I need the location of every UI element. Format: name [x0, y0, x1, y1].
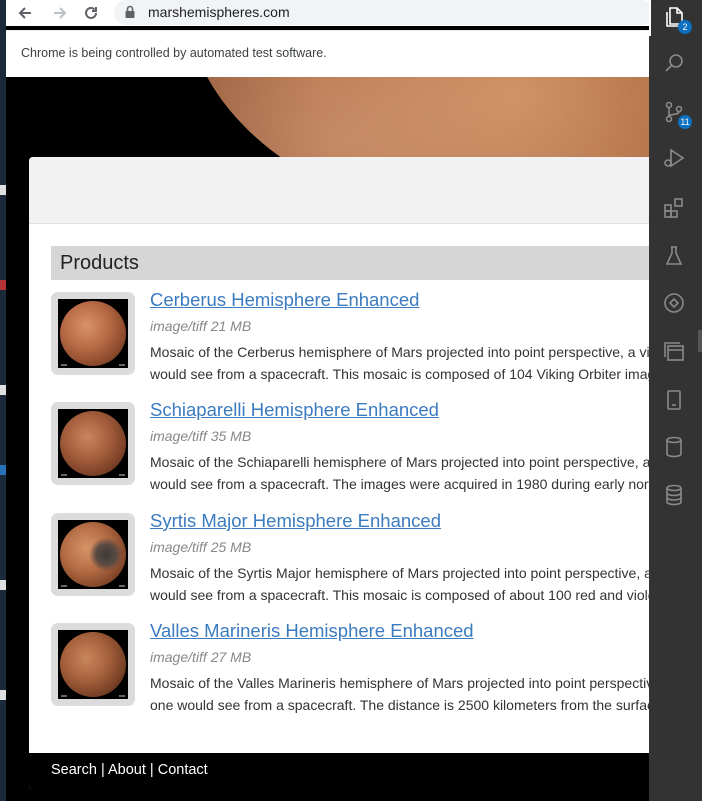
forward-button[interactable]	[49, 2, 71, 24]
thumbnail-marker	[119, 364, 125, 366]
testing-button[interactable]	[659, 241, 689, 271]
description-line: Mosaic of the Syrtis Major hemisphere of…	[150, 565, 649, 581]
description-line: one would see from a spacecraft. The dis…	[150, 696, 649, 713]
source-control-button[interactable]: 11	[659, 97, 692, 129]
thumbnail-marker	[61, 585, 67, 587]
explorer-button[interactable]: 2	[659, 2, 692, 34]
panels-icon	[664, 342, 684, 361]
thumbnail-frame	[58, 520, 128, 589]
page-footer: Search | About | Contact	[29, 753, 649, 789]
thumbnail-marker	[61, 364, 67, 366]
explorer-badge: 2	[678, 20, 692, 34]
product-title-link[interactable]: Valles Marineris Hemisphere Enhanced	[150, 620, 474, 642]
thumbnail-frame	[58, 630, 128, 699]
search-button[interactable]	[659, 48, 689, 78]
product-description: Mosaic of the Schiaparelli hemisphere of…	[150, 452, 649, 495]
back-button[interactable]	[14, 2, 36, 24]
reload-icon	[85, 6, 97, 19]
active-indicator	[649, 0, 651, 36]
browser-window: marshemispheres.com Chrome is being cont…	[6, 0, 649, 801]
description-line: Mosaic of the Valles Marineris hemispher…	[150, 675, 649, 691]
run-debug-icon	[664, 148, 685, 168]
automation-infobar: Chrome is being controlled by automated …	[6, 30, 649, 78]
product-title-link[interactable]: Schiaparelli Hemisphere Enhanced	[150, 399, 439, 421]
product-item: Cerberus Hemisphere Enhanced image/tiff …	[51, 289, 649, 385]
thumbnail-marker	[119, 474, 125, 476]
address-bar[interactable]: marshemispheres.com	[114, 0, 649, 25]
activity-bar-scrollbar[interactable]	[698, 330, 702, 352]
description-line: would see from a spacecraft. This mosaic…	[150, 586, 649, 603]
url-text: marshemispheres.com	[148, 4, 290, 20]
products-heading: Products	[60, 252, 139, 274]
products-heading-bar: Products	[51, 246, 649, 280]
remote-explorer-button[interactable]	[659, 288, 689, 318]
remote-icon	[664, 293, 684, 313]
run-debug-button[interactable]	[659, 143, 689, 173]
thumbnail-frame	[58, 409, 128, 478]
product-item: Syrtis Major Hemisphere Enhanced image/t…	[51, 510, 649, 606]
extensions-icon	[664, 198, 683, 218]
database-stack-button[interactable]	[659, 480, 689, 510]
thumbnail-marker	[119, 585, 125, 587]
products-panel: Products Cerberus Hemisphere Enhanced im…	[29, 157, 649, 789]
thumbnail-marker	[119, 695, 125, 697]
description-line: Mosaic of the Cerberus hemisphere of Mar…	[150, 344, 649, 360]
product-thumbnail[interactable]	[51, 402, 135, 485]
cerberus-planet-image	[60, 301, 126, 366]
panel-header	[29, 157, 649, 224]
device-button[interactable]	[659, 385, 689, 415]
product-meta: image/tiff 35 MB	[150, 428, 252, 444]
description-line: Mosaic of the Schiaparelli hemisphere of…	[150, 454, 649, 470]
lock-icon	[125, 5, 135, 18]
product-description: Mosaic of the Syrtis Major hemisphere of…	[150, 563, 649, 606]
product-item: Valles Marineris Hemisphere Enhanced ima…	[51, 620, 649, 716]
activity-bar: 2 11	[649, 0, 702, 801]
footer-about-link[interactable]: About	[108, 762, 146, 778]
browser-toolbar: marshemispheres.com	[6, 0, 649, 26]
extensions-button[interactable]	[659, 193, 689, 223]
schiaparelli-planet-image	[60, 411, 126, 476]
product-title-link[interactable]: Cerberus Hemisphere Enhanced	[150, 289, 419, 311]
product-meta: image/tiff 21 MB	[150, 318, 252, 334]
syrtis-major-planet-image	[60, 522, 126, 587]
database-icon	[666, 436, 682, 458]
description-line: would see from a spacecraft. This mosaic…	[150, 365, 649, 382]
footer-separator: |	[145, 762, 158, 778]
product-thumbnail[interactable]	[51, 292, 135, 375]
arrow-right-icon	[54, 7, 67, 19]
product-meta: image/tiff 25 MB	[150, 539, 252, 555]
footer-search-link[interactable]: Search	[51, 762, 97, 778]
database-stack-icon	[666, 484, 682, 506]
valles-marineris-planet-image	[60, 632, 126, 697]
footer-links: Search | About | Contact	[51, 762, 208, 778]
description-line: would see from a spacecraft. The images …	[150, 475, 649, 492]
product-thumbnail[interactable]	[51, 623, 135, 706]
product-thumbnail[interactable]	[51, 513, 135, 596]
database-button[interactable]	[659, 432, 689, 462]
footer-separator: |	[96, 762, 108, 778]
reload-button[interactable]	[80, 2, 102, 24]
page-viewport: Products Cerberus Hemisphere Enhanced im…	[6, 77, 649, 801]
product-item: Schiaparelli Hemisphere Enhanced image/t…	[51, 399, 649, 495]
product-description: Mosaic of the Cerberus hemisphere of Mar…	[150, 342, 649, 385]
testing-icon	[665, 246, 683, 265]
source-control-badge: 11	[678, 115, 692, 129]
search-icon	[665, 54, 683, 72]
product-title-link[interactable]: Syrtis Major Hemisphere Enhanced	[150, 510, 441, 532]
arrow-left-icon	[18, 7, 31, 19]
product-description: Mosaic of the Valles Marineris hemispher…	[150, 673, 649, 716]
thumbnail-marker	[61, 474, 67, 476]
thumbnail-frame	[58, 299, 128, 368]
thumbnail-marker	[61, 695, 67, 697]
device-icon	[667, 390, 681, 410]
panels-button[interactable]	[659, 337, 689, 367]
footer-contact-link[interactable]: Contact	[158, 762, 208, 778]
product-meta: image/tiff 27 MB	[150, 649, 252, 665]
automation-notice: Chrome is being controlled by automated …	[21, 46, 327, 60]
